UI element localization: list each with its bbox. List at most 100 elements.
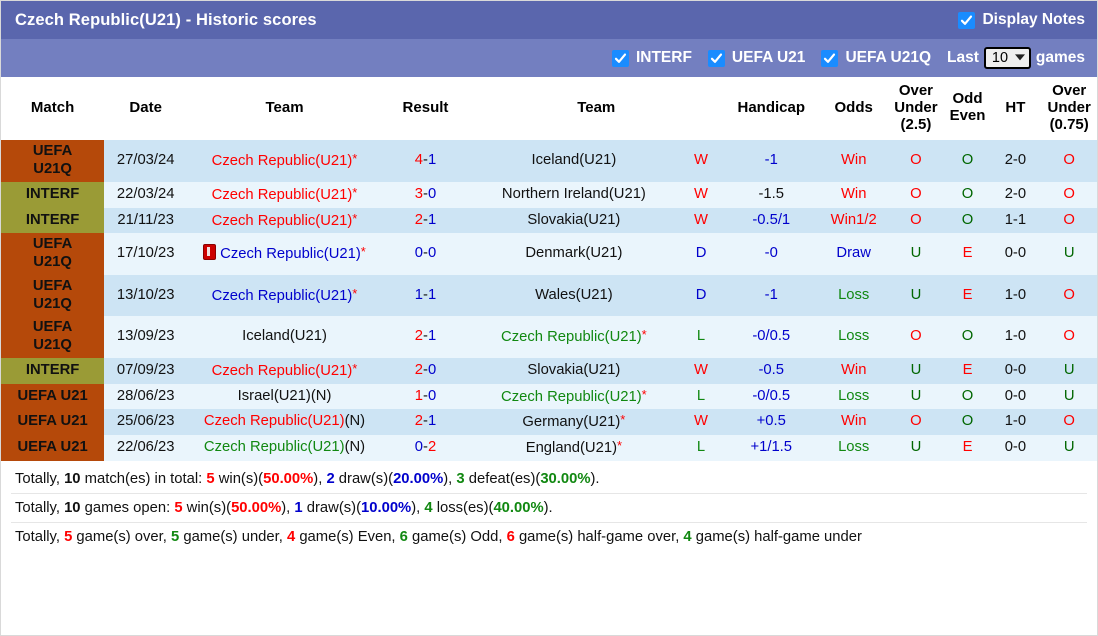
table-row[interactable]: UEFA U21Q 17/10/23 Czech Republic(U21)* 0-0 D… (1, 233, 1097, 275)
handicap-text: -0/0.5 (752, 328, 791, 345)
away-team[interactable]: Northern Ireland(U21) (469, 181, 679, 208)
table-row[interactable]: UEFA U21 22/06/23 Czech Republic(U21)(N) 0-… (1, 435, 1097, 461)
half-time-score: 1-0 (991, 409, 1040, 436)
table-row[interactable]: UEFA U21Q 13/10/23 Czech Republic(U21)* 1-1 W… (1, 274, 1097, 317)
display-notes-toggle[interactable]: Display Notes (958, 11, 1085, 29)
score-away: 1 (427, 211, 437, 228)
filter-uefa-u21q[interactable]: UEFA U21Q (821, 49, 931, 67)
uefa-u21q-checkbox[interactable] (821, 49, 839, 67)
over-under-25-value: O (888, 207, 944, 234)
away-team[interactable]: Wales(U21) (469, 274, 679, 317)
score-home: 0 (414, 245, 423, 262)
half-time-score: 2-0 (991, 139, 1040, 182)
summary-segment: 3 (456, 470, 465, 487)
over-under-25-value: U (888, 357, 944, 384)
competition-badge[interactable]: INTERF (1, 181, 105, 208)
col-team-home[interactable]: Team (187, 77, 382, 141)
col-over-under-25[interactable]: Over Under (2.5) (888, 77, 944, 141)
competition-badge[interactable]: UEFA U21Q (1, 139, 105, 182)
away-team[interactable]: England(U21)* (469, 435, 679, 461)
away-team[interactable]: Slovakia(U21) (469, 207, 679, 234)
home-team[interactable]: Czech Republic(U21)* (187, 181, 382, 208)
col-team-away[interactable]: Team (469, 77, 724, 141)
table-row[interactable]: UEFA U21Q 27/03/24 Czech Republic(U21)* 4-1 I… (1, 139, 1097, 182)
interf-checkbox[interactable] (611, 49, 629, 67)
away-team[interactable]: Czech Republic(U21)* (469, 383, 679, 410)
home-team[interactable]: Czech Republic(U21)(N) (187, 435, 382, 461)
summary-segment: 4 (683, 528, 692, 545)
col-match[interactable]: Match (1, 77, 105, 141)
odds-result: Win (819, 409, 889, 436)
summary-segment: 50.00% (231, 499, 282, 516)
odds-text: Loss (838, 439, 870, 456)
competition-badge[interactable]: UEFA U21Q (1, 233, 105, 275)
ou25-text: U (910, 439, 922, 456)
summary-segment: match(es) in total: (80, 470, 207, 487)
odd-even-value: O (943, 383, 992, 410)
filter-interf[interactable]: INTERF (611, 49, 692, 67)
competition-badge[interactable]: UEFA U21 (1, 435, 105, 461)
away-team[interactable]: Czech Republic(U21)* (469, 316, 679, 358)
competition-badge[interactable]: UEFA U21Q (1, 274, 105, 317)
games-count-selectbox[interactable]: 10203050 (983, 46, 1031, 70)
home-team[interactable]: Czech Republic(U21)* (187, 139, 382, 182)
competition-badge[interactable]: INTERF (1, 207, 105, 234)
competition-badge[interactable]: UEFA U21 (1, 409, 105, 436)
away-team[interactable]: Iceland(U21) (469, 139, 679, 182)
col-handicap[interactable]: Handicap (723, 77, 820, 141)
competition-badge[interactable]: INTERF (1, 357, 105, 384)
ou075-text: U (1063, 361, 1075, 378)
home-team[interactable]: Czech Republic(U21)* (187, 274, 382, 317)
col-odds[interactable]: Odds (819, 77, 889, 141)
col-over-under-075[interactable]: Over Under (0.75) (1039, 77, 1097, 141)
home-team[interactable]: Czech Republic(U21)* (187, 207, 382, 234)
away-team[interactable]: Germany(U21)* (469, 409, 679, 436)
table-row[interactable]: UEFA U21 28/06/23 Israel(U21)(N) 1-0 Czech R… (1, 383, 1097, 410)
home-team[interactable]: Czech Republic(U21)* (187, 357, 382, 384)
home-team[interactable]: Israel(U21)(N) (187, 383, 382, 410)
home-team-star: * (352, 151, 358, 167)
competition-badge[interactable]: UEFA U21 (1, 383, 105, 410)
table-row[interactable]: UEFA U21 25/06/23 Czech Republic(U21)(N) 2-… (1, 409, 1097, 436)
over-under-075-value: O (1039, 207, 1097, 234)
competition-badge[interactable]: UEFA U21Q (1, 316, 105, 358)
half-time-score: 1-1 (991, 207, 1040, 234)
score-home: 2 (414, 328, 423, 345)
ou075-text: O (1063, 286, 1075, 303)
table-row[interactable]: INTERF 22/03/24 Czech Republic(U21)* 3-0 Nor… (1, 181, 1097, 208)
table-row[interactable]: INTERF 07/09/23 Czech Republic(U21)* 2-0 Slo… (1, 357, 1097, 384)
home-team[interactable]: Czech Republic(U21)(N) (187, 409, 382, 436)
display-notes-checkbox[interactable] (958, 11, 976, 29)
away-team-name: England(U21) (525, 440, 618, 457)
col-result[interactable]: Result (381, 77, 470, 141)
outcome-letter: W (678, 181, 724, 208)
table-row[interactable]: UEFA U21Q 13/09/23 Iceland(U21) 2-1 Czech Rep… (1, 316, 1097, 358)
col-odd-even[interactable]: Odd Even (943, 77, 992, 141)
uefa-u21-checkbox[interactable] (707, 49, 725, 67)
table-row[interactable]: INTERF 21/11/23 Czech Republic(U21)* 2-1 Slo… (1, 207, 1097, 234)
games-count-select[interactable]: 10203050 (983, 46, 1031, 70)
historic-scores-panel: Czech Republic(U21) - Historic scores Di… (0, 0, 1098, 636)
page-title: Czech Republic(U21) - Historic scores (15, 10, 317, 29)
summary-segment: ). (543, 499, 553, 516)
over-under-075-value: O (1039, 181, 1097, 208)
odds-result: Win1/2 (819, 207, 889, 234)
outcome-value: W (694, 152, 709, 169)
away-team[interactable]: Slovakia(U21) (469, 357, 679, 384)
col-ht[interactable]: HT (991, 77, 1040, 141)
half-time-score: 0-0 (991, 357, 1040, 384)
filter-uefa-u21[interactable]: UEFA U21 (707, 49, 805, 67)
home-team[interactable]: Iceland(U21) (187, 316, 382, 358)
summary-segment: game(s) over, (72, 528, 171, 545)
home-team[interactable]: Czech Republic(U21)* (187, 233, 382, 275)
table-header-row: Match Date Team Result Team Handicap Odd… (1, 77, 1097, 141)
score-home: 3 (414, 185, 423, 202)
score-away: 0 (427, 361, 437, 378)
ou25-text: U (910, 245, 922, 262)
ou075-text: U (1063, 439, 1075, 456)
away-team[interactable]: Denmark(U21) (469, 233, 679, 275)
summary-segment: 50.00% (263, 470, 314, 487)
col-date[interactable]: Date (104, 77, 188, 141)
handicap-text: +0.5 (756, 413, 786, 430)
match-date: 13/10/23 (104, 274, 188, 317)
